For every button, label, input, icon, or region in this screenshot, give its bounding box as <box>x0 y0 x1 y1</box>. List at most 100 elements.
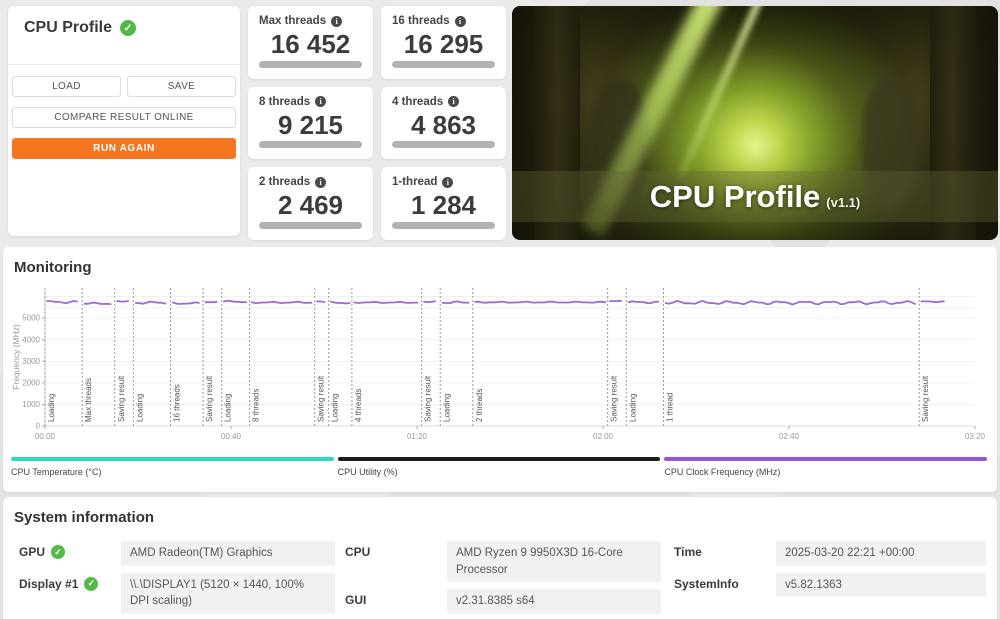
svg-text:16 threads: 16 threads <box>173 384 182 422</box>
score-grid: Max threads i 16 452 16 threads i 16 295 8… <box>248 6 506 240</box>
score-value: 16 295 <box>403 29 484 59</box>
svg-text:Loading: Loading <box>331 394 340 422</box>
load-button[interactable]: LOAD <box>12 76 121 97</box>
svg-text:4 threads: 4 threads <box>354 389 363 422</box>
svg-text:Loading: Loading <box>442 394 451 422</box>
system-info-row-gpu: GPU ✓ AMD Radeon(TM) Graphics <box>19 541 335 566</box>
system-info-column: GPU ✓ AMD Radeon(TM) Graphics Display #1 ✓… <box>19 541 335 619</box>
monitoring-title: Monitoring <box>14 259 92 276</box>
gui-label: GUI <box>345 593 367 608</box>
hero-title: CPU Profile <box>649 179 821 214</box>
hero-image: CPU Profile (v1.1) <box>512 6 998 240</box>
score-card-16-threads: 16 threads i 16 295 <box>381 6 506 79</box>
display-label: Display #1 <box>19 576 79 591</box>
score-bar <box>259 141 362 149</box>
save-button[interactable]: SAVE <box>127 76 236 97</box>
svg-text:00:40: 00:40 <box>221 432 242 441</box>
page-title: CPU Profile <box>24 19 113 36</box>
legend-label: CPU Temperature (°C) <box>11 467 102 477</box>
score-value: 4 863 <box>410 109 477 140</box>
system-info-row-time: Time 2025-03-20 22:21 +00:00 <box>674 541 986 566</box>
system-info-panel: System information GPU ✓ AMD Radeon(TM) G… <box>3 497 997 619</box>
score-card-4-threads: 4 threads i 4 863 <box>381 86 506 160</box>
score-bar <box>259 60 362 68</box>
cpu-label: CPU <box>345 545 371 559</box>
result-panel: CPU Profile ✓ LOAD SAVE COMPARE RESULT O… <box>8 6 240 236</box>
svg-text:01:20: 01:20 <box>407 432 428 441</box>
info-icon[interactable]: i <box>454 15 466 27</box>
system-info-column: CPU AMD Ryzen 9 9950X3D 16-Core Processo… <box>345 541 661 619</box>
score-value: 16 452 <box>270 29 351 59</box>
legend-item-cpu-temperature[interactable]: CPU Temperature (°C) <box>11 457 334 477</box>
valid-result-check-icon: ✓ <box>120 20 137 36</box>
score-bar <box>392 60 495 68</box>
svg-text:1000: 1000 <box>22 400 40 409</box>
result-actions: LOAD SAVE COMPARE RESULT ONLINE RUN AGAI… <box>8 65 240 159</box>
score-bar <box>392 221 495 229</box>
svg-text:1 thread: 1 thread <box>665 393 674 422</box>
gpu-value: AMD Radeon(TM) Graphics <box>121 541 335 566</box>
score-label: 8 threads <box>259 95 311 108</box>
info-icon[interactable]: i <box>448 96 460 108</box>
hero-title-band: CPU Profile (v1.1) <box>512 171 998 222</box>
svg-text:Loading: Loading <box>224 394 233 422</box>
compare-result-online-button[interactable]: COMPARE RESULT ONLINE <box>12 107 236 128</box>
score-card-2-threads: 2 threads i 2 469 <box>248 167 373 240</box>
svg-text:5000: 5000 <box>22 314 40 323</box>
svg-text:2 threads: 2 threads <box>475 389 484 422</box>
score-label: 4 threads <box>392 95 444 108</box>
legend-item-cpu-utility[interactable]: CPU Utility (%) <box>337 457 661 477</box>
svg-text:Saving result: Saving result <box>610 375 619 422</box>
system-info-row-systeminfo: SystemInfo v5.82.1363 <box>674 572 986 598</box>
score-card-1-thread: 1-thread i 1 284 <box>381 167 506 240</box>
time-label: Time <box>674 545 702 559</box>
score-card-max-threads: Max threads i 16 452 <box>248 6 373 79</box>
legend-item-cpu-clock-frequency[interactable]: CPU Clock Frequency (MHz) <box>664 457 988 477</box>
result-panel-header: CPU Profile ✓ <box>8 6 240 47</box>
score-value: 2 469 <box>277 190 344 221</box>
score-label: Max threads <box>259 15 327 27</box>
score-label: 16 threads <box>392 15 450 27</box>
svg-text:00:00: 00:00 <box>35 432 56 441</box>
score-label: 1-thread <box>392 176 438 189</box>
svg-text:3000: 3000 <box>22 357 40 366</box>
svg-text:Loading: Loading <box>135 394 144 422</box>
systeminfo-label: SystemInfo <box>674 576 739 591</box>
info-icon[interactable]: i <box>331 15 343 27</box>
monitoring-panel: Monitoring 0 1000 2000 3000 4000 5000 Frequenc… <box>3 247 997 492</box>
svg-text:02:00: 02:00 <box>593 432 614 441</box>
display-check-icon: ✓ <box>84 576 99 591</box>
system-info-row-cpu: CPU AMD Ryzen 9 9950X3D 16-Core Processo… <box>345 541 661 583</box>
gpu-check-icon: ✓ <box>51 545 66 559</box>
run-again-button[interactable]: RUN AGAIN <box>12 138 236 159</box>
system-info-row-display: Display #1 ✓ \\.\DISPLAY1 (5120 × 1440, 1… <box>19 572 335 615</box>
svg-text:03:20: 03:20 <box>965 432 986 441</box>
system-info-column: Time 2025-03-20 22:21 +00:00 SystemInfo … <box>674 541 986 604</box>
score-bar <box>392 141 495 149</box>
gpu-label: GPU <box>19 545 46 559</box>
legend-color-bar <box>664 457 988 461</box>
system-info-title: System information <box>14 509 155 526</box>
svg-text:Saving result: Saving result <box>317 375 326 422</box>
system-info-row-gui: GUI v2.31.8385 s64 <box>345 589 661 615</box>
hero-version: (v1.1) <box>826 195 861 210</box>
svg-text:Loading: Loading <box>47 394 56 422</box>
legend-label: CPU Utility (%) <box>337 467 398 477</box>
legend-label: CPU Clock Frequency (MHz) <box>664 467 781 477</box>
svg-text:Loading: Loading <box>628 394 637 422</box>
time-value: 2025-03-20 22:21 +00:00 <box>776 541 986 566</box>
svg-text:Saving result: Saving result <box>205 375 214 422</box>
chart-legend: CPU Temperature (°C) CPU Utility (%) CPU… <box>11 457 988 477</box>
legend-color-bar <box>337 457 661 461</box>
display-value: \\.\DISPLAY1 (5120 × 1440, 100% DPI scal… <box>121 572 335 615</box>
score-value: 1 284 <box>410 190 477 221</box>
info-icon[interactable]: i <box>315 176 327 188</box>
systeminfo-value: v5.82.1363 <box>776 572 986 598</box>
gui-value: v2.31.8385 s64 <box>447 589 661 615</box>
info-icon[interactable]: i <box>442 176 454 188</box>
monitoring-chart: 0 1000 2000 3000 4000 5000Frequency (MHz) 00:0… <box>11 288 986 441</box>
svg-text:Max threads: Max threads <box>84 378 93 422</box>
info-icon[interactable]: i <box>315 96 327 108</box>
svg-text:2000: 2000 <box>22 378 40 387</box>
svg-text:4000: 4000 <box>22 335 40 344</box>
